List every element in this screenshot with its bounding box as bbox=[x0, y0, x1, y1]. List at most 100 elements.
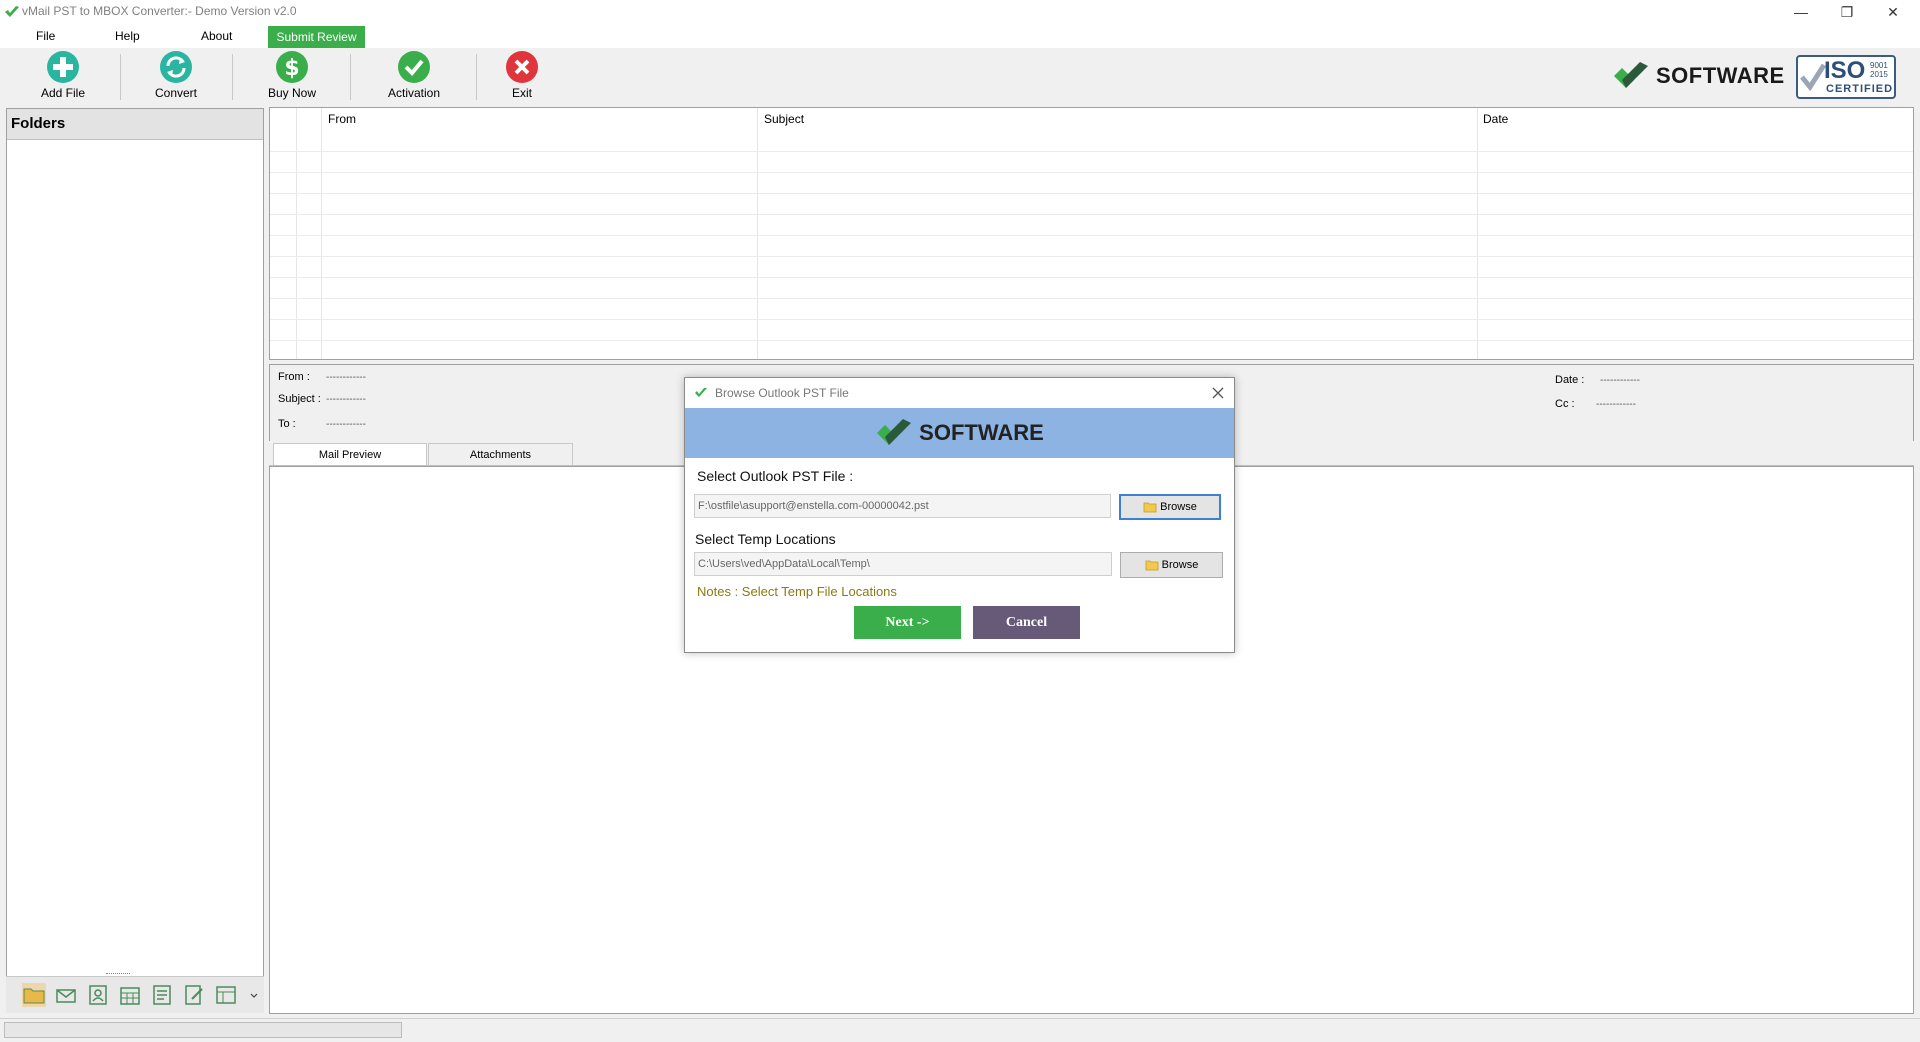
window-title: vMail PST to MBOX Converter:- Demo Versi… bbox=[22, 4, 297, 18]
toolbar-separator bbox=[350, 54, 351, 100]
to-value: ------------ bbox=[326, 419, 366, 430]
exit-button[interactable]: Exit bbox=[477, 50, 567, 104]
grid-divider bbox=[321, 108, 322, 359]
contacts-view-icon[interactable] bbox=[86, 983, 110, 1007]
notes-view-icon[interactable] bbox=[182, 983, 206, 1007]
from-label: From : bbox=[278, 371, 310, 383]
grid-row-line bbox=[270, 214, 1913, 215]
brand-logo: SOFTWARE bbox=[1612, 60, 1785, 92]
restore-button[interactable]: ❐ bbox=[1824, 0, 1870, 24]
column-header-subject[interactable]: Subject bbox=[764, 112, 804, 126]
folders-toolbar bbox=[6, 973, 264, 1013]
dialog-title: Browse Outlook PST File bbox=[715, 386, 849, 400]
folders-pane[interactable]: Folders bbox=[6, 108, 264, 1010]
grid-divider bbox=[1477, 108, 1478, 359]
folders-header: Folders bbox=[7, 109, 263, 140]
app-logo-icon bbox=[5, 6, 19, 17]
grid-row-line bbox=[270, 235, 1913, 236]
tasks-view-icon[interactable] bbox=[150, 983, 174, 1007]
grid-row-line bbox=[270, 298, 1913, 299]
dialog-notes: Notes : Select Temp File Locations bbox=[697, 584, 897, 599]
brand-mark-icon bbox=[1614, 62, 1648, 88]
menu-bar: File Help About Submit Review bbox=[0, 24, 1920, 48]
brand-mark-icon bbox=[877, 419, 912, 445]
submit-review-button[interactable]: Submit Review bbox=[268, 26, 365, 48]
tab-mail-preview[interactable]: Mail Preview bbox=[273, 443, 427, 465]
buy-now-label: Buy Now bbox=[267, 86, 317, 100]
date-value: ------------ bbox=[1600, 375, 1640, 386]
brand-wordmark: SOFTWARE bbox=[1656, 63, 1785, 88]
exit-icon bbox=[506, 51, 538, 83]
toolbar-separator bbox=[232, 54, 233, 100]
dialog-title-bar: Browse Outlook PST File bbox=[685, 378, 1234, 408]
menu-file[interactable]: File bbox=[36, 29, 55, 43]
convert-button[interactable]: Convert bbox=[131, 50, 221, 104]
iso-2015: 2015 bbox=[1870, 70, 1888, 79]
activation-label: Activation bbox=[387, 86, 441, 100]
activation-button[interactable]: Activation bbox=[369, 50, 459, 104]
grid-row-line bbox=[270, 277, 1913, 278]
folder-icon bbox=[1145, 560, 1159, 571]
iso-9001: 9001 bbox=[1870, 61, 1888, 70]
tab-attachments[interactable]: Attachments bbox=[428, 443, 573, 465]
grid-row-line bbox=[270, 193, 1913, 194]
grid-row-line bbox=[270, 172, 1913, 173]
journal-view-icon[interactable] bbox=[214, 983, 238, 1007]
message-grid[interactable]: From Subject Date bbox=[269, 107, 1914, 360]
column-header-from[interactable]: From bbox=[328, 112, 356, 126]
menu-help[interactable]: Help bbox=[115, 29, 140, 43]
menu-about[interactable]: About bbox=[201, 29, 232, 43]
temp-location-label: Select Temp Locations bbox=[695, 531, 836, 547]
close-icon[interactable] bbox=[1212, 387, 1224, 399]
cc-value: ------------ bbox=[1596, 399, 1636, 410]
grid-divider bbox=[296, 108, 297, 359]
title-bar: vMail PST to MBOX Converter:- Demo Versi… bbox=[0, 0, 1920, 24]
temp-browse-label: Browse bbox=[1161, 559, 1199, 571]
exit-label: Exit bbox=[511, 86, 532, 100]
dollar-icon: $ bbox=[276, 51, 308, 83]
convert-icon bbox=[160, 51, 192, 83]
next-button[interactable]: Next -> bbox=[854, 606, 961, 639]
folder-view-icon[interactable] bbox=[22, 983, 46, 1007]
grid-row-line bbox=[270, 319, 1913, 320]
temp-browse-button[interactable]: Browse bbox=[1120, 552, 1223, 578]
checkmark-icon bbox=[398, 51, 430, 83]
minimize-button[interactable]: — bbox=[1778, 0, 1824, 24]
column-header-date[interactable]: Date bbox=[1483, 112, 1508, 126]
add-file-label: Add File bbox=[40, 86, 86, 100]
mail-view-icon[interactable] bbox=[54, 983, 78, 1007]
grid-row-line bbox=[270, 151, 1913, 152]
pst-file-label: Select Outlook PST File : bbox=[697, 468, 854, 484]
buy-now-button[interactable]: $ Buy Now bbox=[247, 50, 337, 104]
add-file-button[interactable]: Add File bbox=[18, 50, 108, 104]
iso-badge: ISO 9001 2015 CERTIFIED bbox=[1796, 55, 1896, 99]
to-label: To : bbox=[278, 418, 296, 430]
folder-icon bbox=[1143, 502, 1157, 513]
pst-file-input[interactable] bbox=[694, 494, 1111, 518]
browse-pst-dialog: Browse Outlook PST File SOFTWARE Select … bbox=[684, 377, 1235, 653]
date-label: Date : bbox=[1555, 374, 1585, 386]
close-window-button[interactable]: ✕ bbox=[1870, 0, 1916, 24]
toolbar-separator bbox=[120, 54, 121, 100]
temp-location-input[interactable] bbox=[694, 552, 1112, 576]
subject-value: ------------ bbox=[326, 394, 366, 405]
folders-title: Folders bbox=[11, 115, 66, 132]
calendar-view-icon[interactable] bbox=[118, 983, 142, 1007]
progress-bar bbox=[4, 1022, 402, 1038]
svg-text:$: $ bbox=[284, 56, 299, 81]
chevron-down-icon[interactable] bbox=[250, 993, 258, 999]
status-bar bbox=[0, 1018, 1920, 1042]
convert-label: Convert bbox=[154, 86, 198, 100]
from-value: ------------ bbox=[326, 372, 366, 383]
iso-text: ISO bbox=[1824, 57, 1866, 84]
add-file-icon bbox=[47, 51, 79, 83]
pst-browse-button[interactable]: Browse bbox=[1119, 494, 1221, 520]
grid-row-line bbox=[270, 340, 1913, 341]
splitter-grip[interactable] bbox=[106, 973, 130, 977]
grid-row-line bbox=[270, 256, 1913, 257]
pst-browse-label: Browse bbox=[1160, 501, 1197, 513]
subject-label: Subject : bbox=[278, 393, 321, 405]
cc-label: Cc : bbox=[1555, 398, 1575, 410]
banner-wordmark: SOFTWARE bbox=[919, 420, 1044, 445]
cancel-button[interactable]: Cancel bbox=[973, 606, 1080, 639]
